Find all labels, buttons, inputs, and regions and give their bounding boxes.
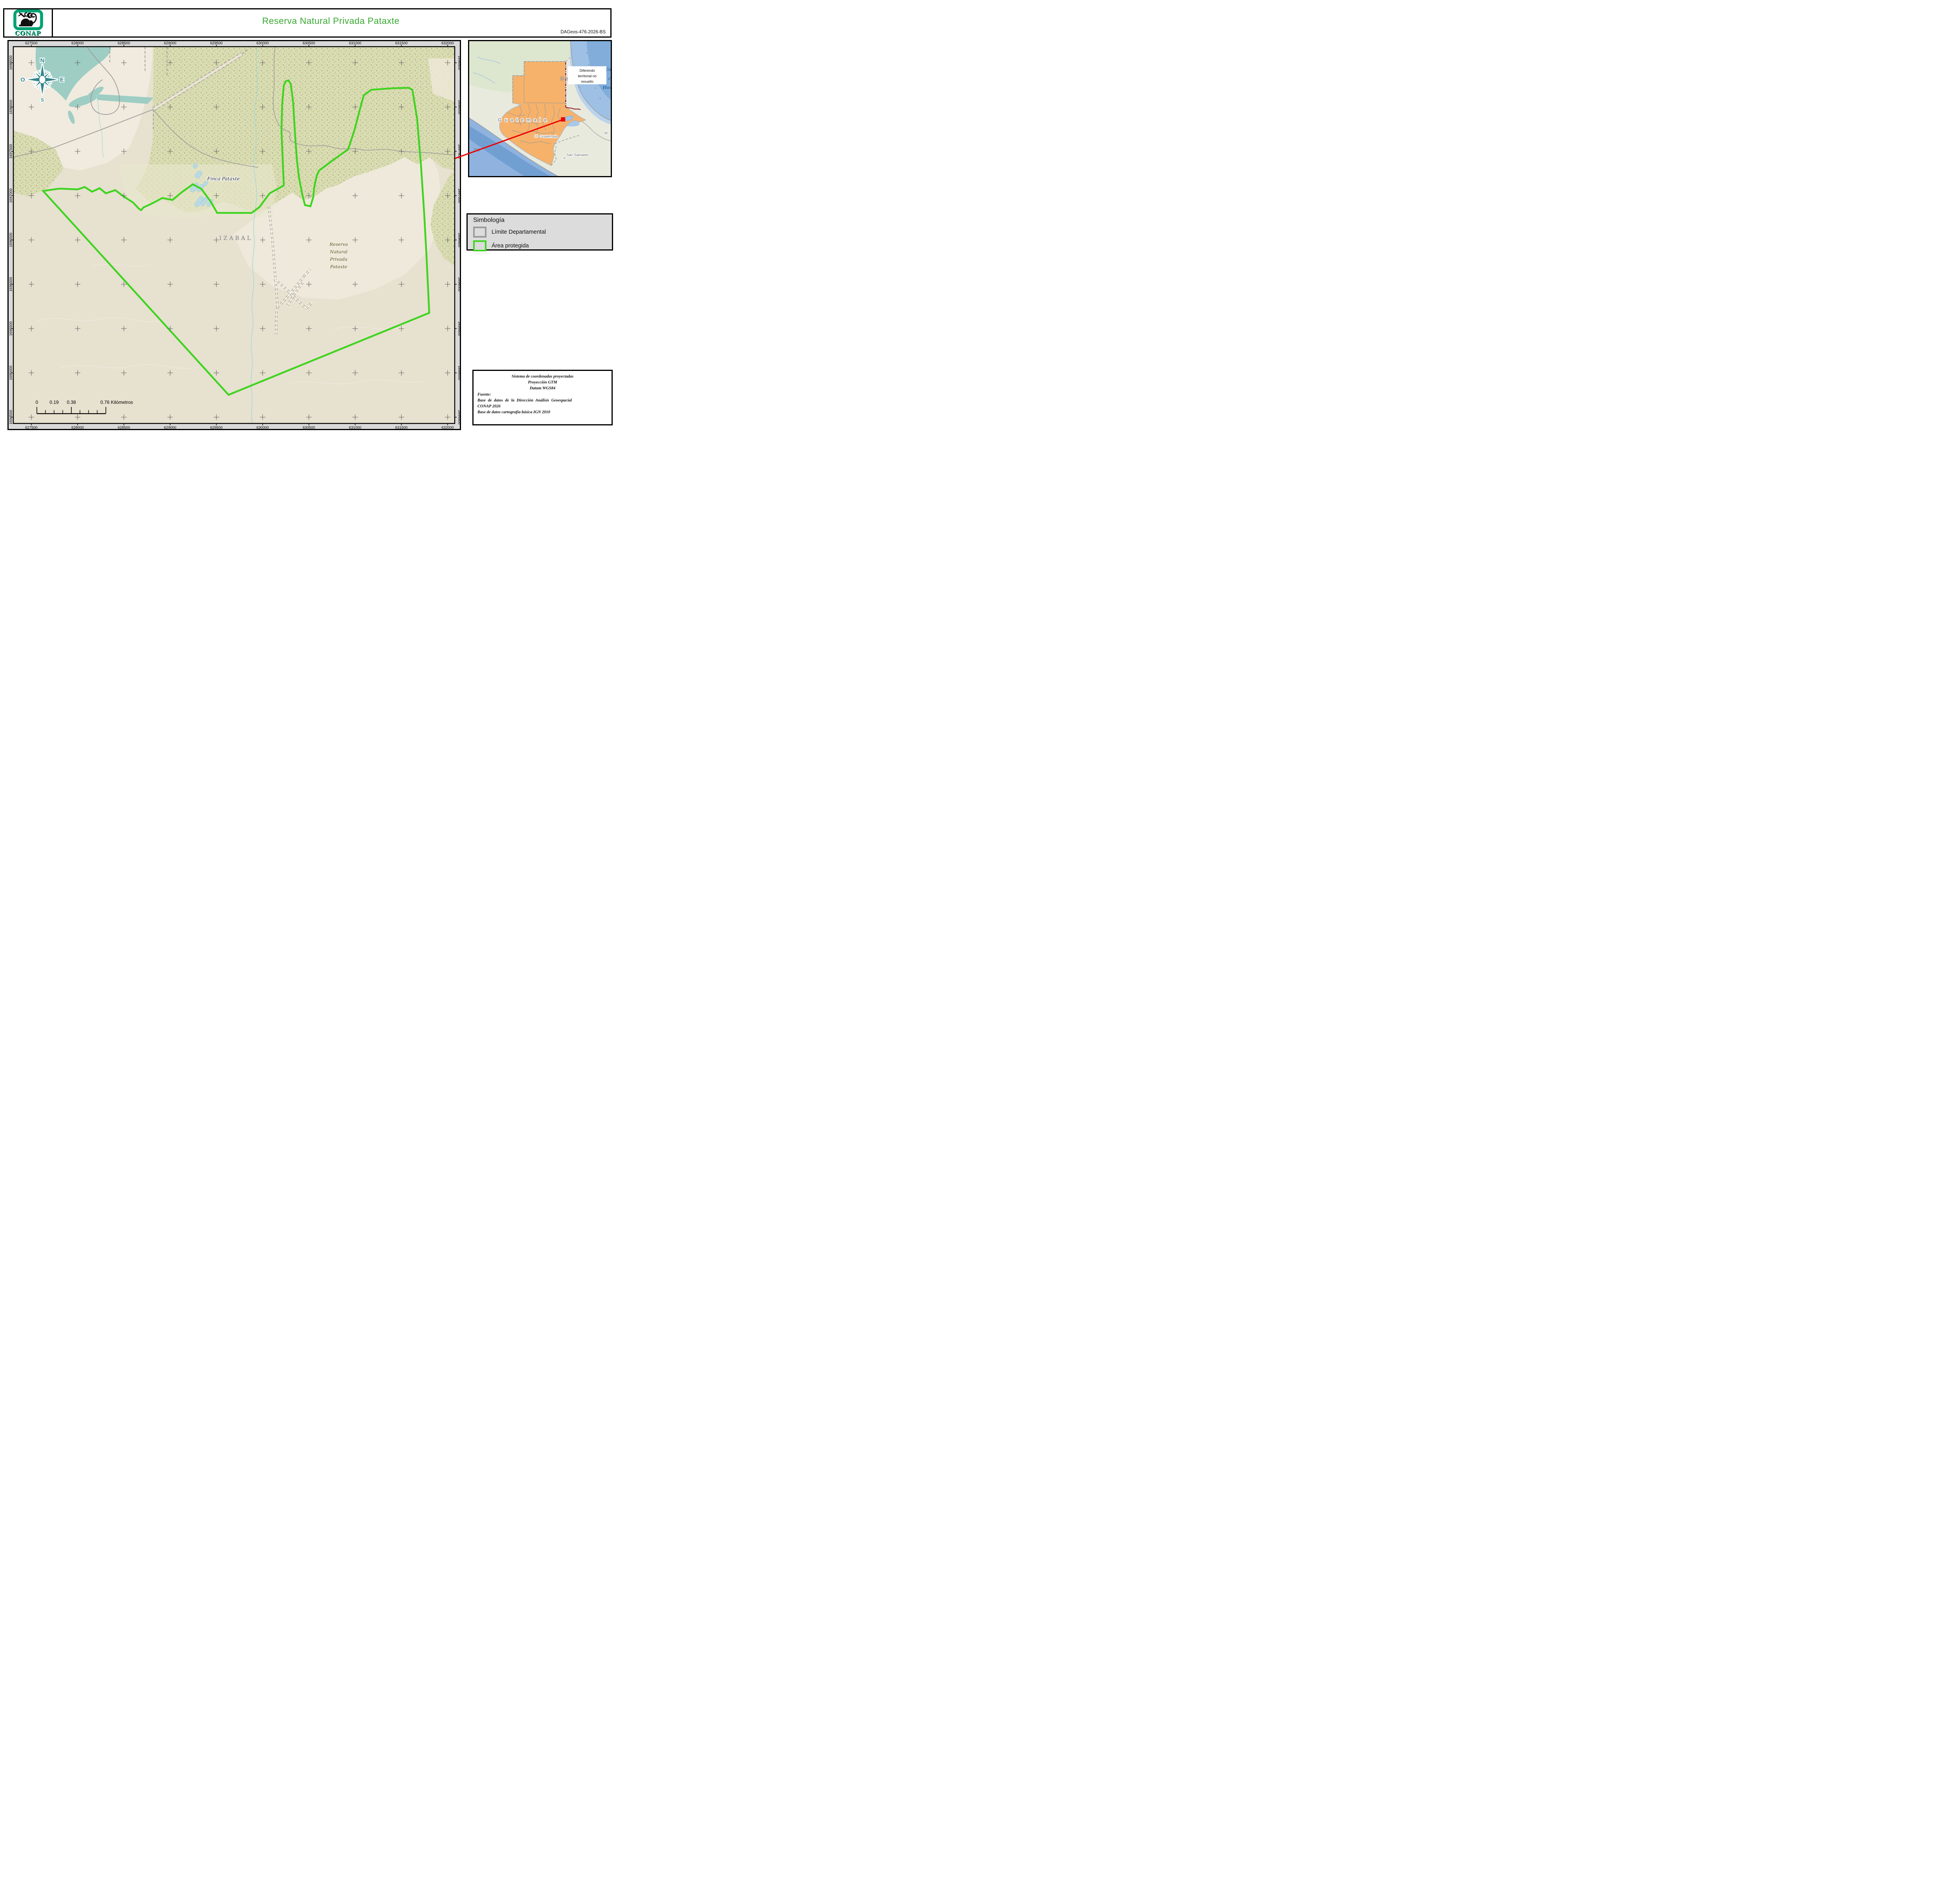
y-axis-label: 1697000 [9,189,13,203]
info-line: Sistema de coordenadas proyectadas [477,374,608,380]
info-line: Base de datos cartografía básica IGN 201… [477,409,608,415]
y-axis-label: 1694500 [9,410,13,425]
x-axis-label: 627500 [25,41,38,45]
header: CONAP Reserva Natural Privada Pataxte DA… [3,8,612,38]
inset-location-map: Be Gu d Hond G u a t e m a l a Guatemala… [468,40,612,177]
label-izabal: IZABAL [219,235,252,242]
compass-n: N [40,57,45,64]
conap-monkey-icon [12,9,44,30]
info-line: Fuente: [477,392,608,398]
scale-label-0: 0 [36,400,38,405]
x-axis-label: 632000 [441,426,454,429]
compass-s: S [41,97,44,103]
y-axis-label: 1697000 [457,189,460,203]
y-axis-label: 1697500 [9,144,13,159]
x-axis-label: 630000 [256,426,269,429]
x-axis-label: 632000 [441,41,454,45]
x-axis-label: 628500 [118,41,130,45]
y-axis-label: 1695500 [457,322,460,336]
x-axis-label: 629500 [210,426,223,429]
x-axis-label: 628500 [118,426,130,429]
legend-item: Área protegida [473,240,612,251]
info-line: Datum WGS84 [477,385,608,391]
y-axis-label: 1694500 [457,410,460,425]
inset-country-label: G u a t e m a l a [498,117,547,123]
main-map: N S E O Finca Pataxte IZABAL Reserva Nat… [9,41,460,429]
y-axis-label: 1696000 [457,277,460,292]
y-axis-label: 1698500 [457,56,460,70]
x-axis-label: 629500 [210,41,223,45]
inset-honduras-label: H o [604,131,611,136]
legend-item: Límite Departamental [473,227,612,238]
san-salvador-dot [563,156,566,160]
inset-spot-label: 721 [473,148,480,153]
territorial-note-box: Diferendo territorial no resuelto [568,66,606,84]
x-axis-label: 629000 [164,41,176,45]
svg-text:Reserva: Reserva [329,242,348,247]
svg-text:territorial no: territorial no [578,74,597,78]
x-axis-label: 628000 [71,41,84,45]
y-axis-label: 1698000 [457,100,460,114]
scale-label-038: 0.38 [67,400,76,405]
x-axis-label: 627500 [25,426,38,429]
x-axis-label: 630000 [256,41,269,45]
conap-logo-text: CONAP [15,31,41,36]
x-axis-label: 630500 [303,426,315,429]
legend-swatch [473,240,486,251]
y-axis-label: 1698500 [9,56,13,70]
scale-label-076-km: 0.76 Kilómetros [100,400,133,405]
x-axis-label: 629000 [164,426,176,429]
svg-text:Privada: Privada [330,256,348,262]
y-axis-label: 1695000 [457,366,460,380]
inset-water-label-hond: Hond [602,85,611,90]
info-line: Base de datos de la Dirección Análisis G… [477,398,608,403]
main-map-frame: N S E O Finca Pataxte IZABAL Reserva Nat… [7,40,461,430]
compass-o: O [20,76,25,83]
y-axis-label: 1696500 [9,233,13,247]
x-axis-label: 631000 [349,41,361,45]
y-axis-label: 1697500 [457,144,460,159]
scale-label-019: 0.19 [49,400,59,405]
x-axis-label: 631500 [395,426,408,429]
capital-city-dot [535,134,538,138]
info-box: Sistema de coordenadas proyectadasProyec… [472,370,613,425]
inset-map: Be Gu d Hond G u a t e m a l a Guatemala… [469,41,611,176]
inset-san-salvador-label: San Salvador [566,153,589,157]
y-axis-label: 1695500 [9,322,13,336]
legend: Simbología Límite Departamental Área prot… [466,213,613,251]
legend-title: Simbología [473,217,612,224]
page-title: Reserva Natural Privada Pataxte [55,16,606,26]
label-finca-pataxte: Finca Pataxte [207,176,240,182]
compass-e: E [60,76,64,83]
x-axis-label: 631500 [395,41,408,45]
legend-swatch [473,227,486,238]
y-axis-label: 1696000 [9,277,13,292]
x-axis-label: 628000 [71,426,84,429]
y-axis-label: 1695000 [9,366,13,380]
conap-logo: CONAP [4,9,53,36]
map-content: N S E O Finca Pataxte IZABAL Reserva Nat… [13,47,455,423]
svg-text:resuelto: resuelto [581,80,593,84]
inset-capital-label: Guatemala [539,134,558,139]
info-line: Proyección GTM [477,380,608,385]
info-line: CONAP 2026 [477,403,608,409]
svg-text:Natural: Natural [330,249,348,254]
y-axis-label: 1696500 [457,233,460,247]
legend-item-label: Área protegida [492,243,529,249]
inset-water-label-d: d [608,77,610,81]
svg-text:Pataxte: Pataxte [330,264,347,269]
map-document-page: CONAP Reserva Natural Privada Pataxte DA… [0,0,615,436]
x-axis-label: 630500 [303,41,315,45]
legend-item-label: Límite Departamental [492,229,546,235]
x-axis-label: 631000 [349,426,361,429]
document-code: DAGeos-476-2026-BS [561,30,606,35]
y-axis-label: 1698000 [9,100,13,114]
svg-text:Diferendo: Diferendo [579,69,595,73]
